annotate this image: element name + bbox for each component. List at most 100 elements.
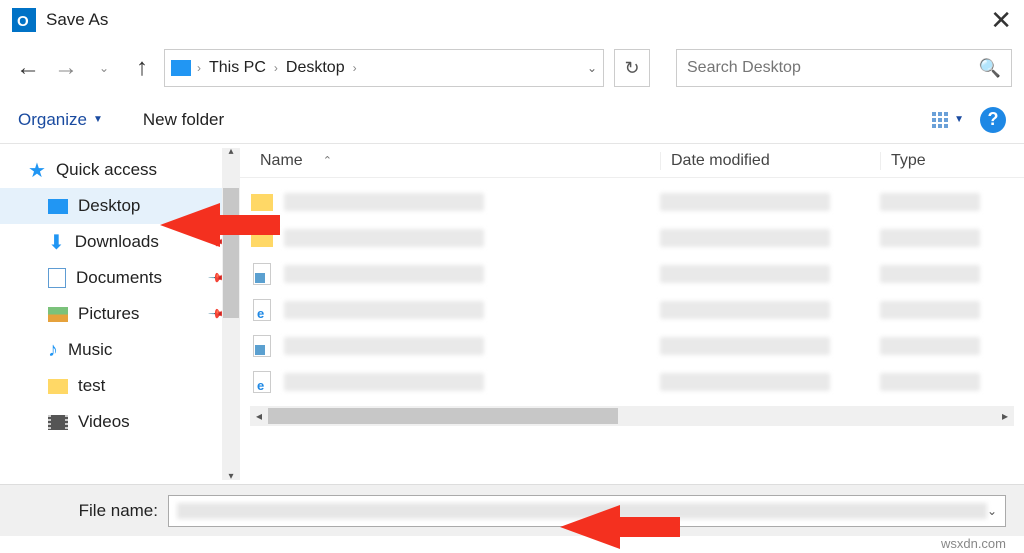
music-icon: ♪ <box>48 339 58 362</box>
sidebar-item-label: Music <box>68 340 112 360</box>
folder-icon <box>48 379 68 394</box>
source-watermark: wsxdn.com <box>941 536 1006 551</box>
refresh-button[interactable]: ↻ <box>614 49 650 87</box>
organize-menu[interactable]: Organize▼ <box>18 110 103 130</box>
crumb-this-pc[interactable]: This PC <box>203 59 272 77</box>
chevron-down-icon[interactable]: ⌄ <box>987 504 997 518</box>
scroll-down-icon[interactable]: ▾ <box>222 471 240 482</box>
outlook-icon: O <box>12 8 36 32</box>
scroll-right-icon[interactable]: ▸ <box>996 409 1014 423</box>
sidebar-item-label: Videos <box>78 412 130 432</box>
pc-icon <box>171 60 191 76</box>
type-cell <box>880 337 980 355</box>
chevron-right-icon: › <box>353 61 357 75</box>
table-row[interactable] <box>240 364 1024 400</box>
date-cell <box>660 301 830 319</box>
date-cell <box>660 193 830 211</box>
date-cell <box>660 373 830 391</box>
breadcrumb[interactable]: › This PC › Desktop › ⌄ <box>164 49 604 87</box>
table-row[interactable] <box>240 184 1024 220</box>
horizontal-scrollbar[interactable]: ◂ ▸ <box>250 406 1014 426</box>
desktop-icon <box>48 199 68 214</box>
column-headers: Name ⌃ Date modified Type <box>240 144 1024 178</box>
sidebar-item-pictures[interactable]: Pictures📌 <box>0 296 240 332</box>
chevron-right-icon: › <box>197 61 201 75</box>
view-icon <box>932 112 948 128</box>
folder-icon <box>251 194 273 211</box>
edge-file-icon <box>253 371 271 393</box>
up-button[interactable]: ↑ <box>126 52 158 84</box>
annotation-arrow <box>160 203 220 247</box>
column-date[interactable]: Date modified <box>660 152 880 170</box>
breadcrumb-dropdown[interactable]: ⌄ <box>587 61 597 75</box>
crumb-desktop[interactable]: Desktop <box>280 59 351 77</box>
sidebar-item-label: test <box>78 376 105 396</box>
view-options[interactable]: ▼ <box>932 112 964 128</box>
sidebar-item-label: Desktop <box>78 196 140 216</box>
annotation-arrow <box>560 505 620 549</box>
svg-text:O: O <box>17 13 29 30</box>
table-row[interactable] <box>240 328 1024 364</box>
search-icon[interactable]: 🔍 <box>979 58 1001 79</box>
file-name-label: File name: <box>18 501 168 521</box>
type-cell <box>880 193 980 211</box>
search-input[interactable] <box>687 59 979 77</box>
back-button[interactable]: ← <box>12 52 44 84</box>
new-folder-button[interactable]: New folder <box>143 110 224 130</box>
toolbar: Organize▼ New folder ▼ ? <box>0 96 1024 144</box>
column-type[interactable]: Type <box>880 152 1024 170</box>
sidebar-item-music[interactable]: ♪ Music <box>0 332 240 368</box>
date-cell <box>660 337 830 355</box>
chevron-right-icon: › <box>274 61 278 75</box>
scroll-up-icon[interactable]: ▴ <box>222 146 240 157</box>
title-bar: O Save As ✕ <box>0 0 1024 40</box>
sidebar-item-label: Documents <box>76 268 162 288</box>
date-cell <box>660 229 830 247</box>
date-cell <box>660 265 830 283</box>
table-row[interactable] <box>240 256 1024 292</box>
sidebar-scrollbar[interactable]: ▴ ▾ <box>222 148 240 480</box>
history-dropdown[interactable]: ⌄ <box>88 52 120 84</box>
nav-row: ← → ⌄ ↑ › This PC › Desktop › ⌄ ↻ 🔍 <box>0 40 1024 96</box>
pictures-icon <box>48 307 68 322</box>
type-cell <box>880 373 980 391</box>
sidebar-item-label: Pictures <box>78 304 139 324</box>
type-cell <box>880 229 980 247</box>
file-icon <box>253 263 271 285</box>
sidebar-item-label: Downloads <box>75 232 159 252</box>
sidebar-item-label: Quick access <box>56 160 157 180</box>
file-name-cell <box>284 301 484 319</box>
search-box[interactable]: 🔍 <box>676 49 1012 87</box>
forward-button: → <box>50 52 82 84</box>
file-icon <box>253 335 271 357</box>
sidebar-item-documents[interactable]: Documents📌 <box>0 260 240 296</box>
scrollbar-thumb[interactable] <box>223 188 239 318</box>
scrollbar-thumb[interactable] <box>268 408 618 424</box>
videos-icon <box>48 415 68 430</box>
sidebar-item-quick-access[interactable]: ★ Quick access <box>0 152 240 188</box>
scroll-left-icon[interactable]: ◂ <box>250 409 268 423</box>
type-cell <box>880 265 980 283</box>
sidebar: ★Quick accessDesktop⬇Downloads📌Documents… <box>0 144 240 484</box>
download-icon: ⬇ <box>48 230 65 255</box>
column-name[interactable]: Name ⌃ <box>240 152 660 170</box>
file-name-cell <box>284 193 484 211</box>
file-list: Name ⌃ Date modified Type ◂ ▸ <box>240 144 1024 484</box>
sidebar-item-videos[interactable]: Videos <box>0 404 240 440</box>
file-name-cell <box>284 337 484 355</box>
table-row[interactable] <box>240 292 1024 328</box>
help-icon[interactable]: ? <box>980 107 1006 133</box>
sidebar-item-test[interactable]: test <box>0 368 240 404</box>
file-name-cell <box>284 373 484 391</box>
table-row[interactable] <box>240 220 1024 256</box>
edge-file-icon <box>253 299 271 321</box>
window-title: Save As <box>46 10 108 30</box>
document-icon <box>48 268 66 288</box>
star-icon: ★ <box>28 158 46 183</box>
chevron-down-icon: ▼ <box>954 114 964 125</box>
close-icon[interactable]: ✕ <box>990 5 1012 36</box>
explorer-body: ★Quick accessDesktop⬇Downloads📌Documents… <box>0 144 1024 484</box>
file-name-bar: File name: ⌄ <box>0 484 1024 536</box>
type-cell <box>880 301 980 319</box>
file-name-cell <box>284 229 484 247</box>
